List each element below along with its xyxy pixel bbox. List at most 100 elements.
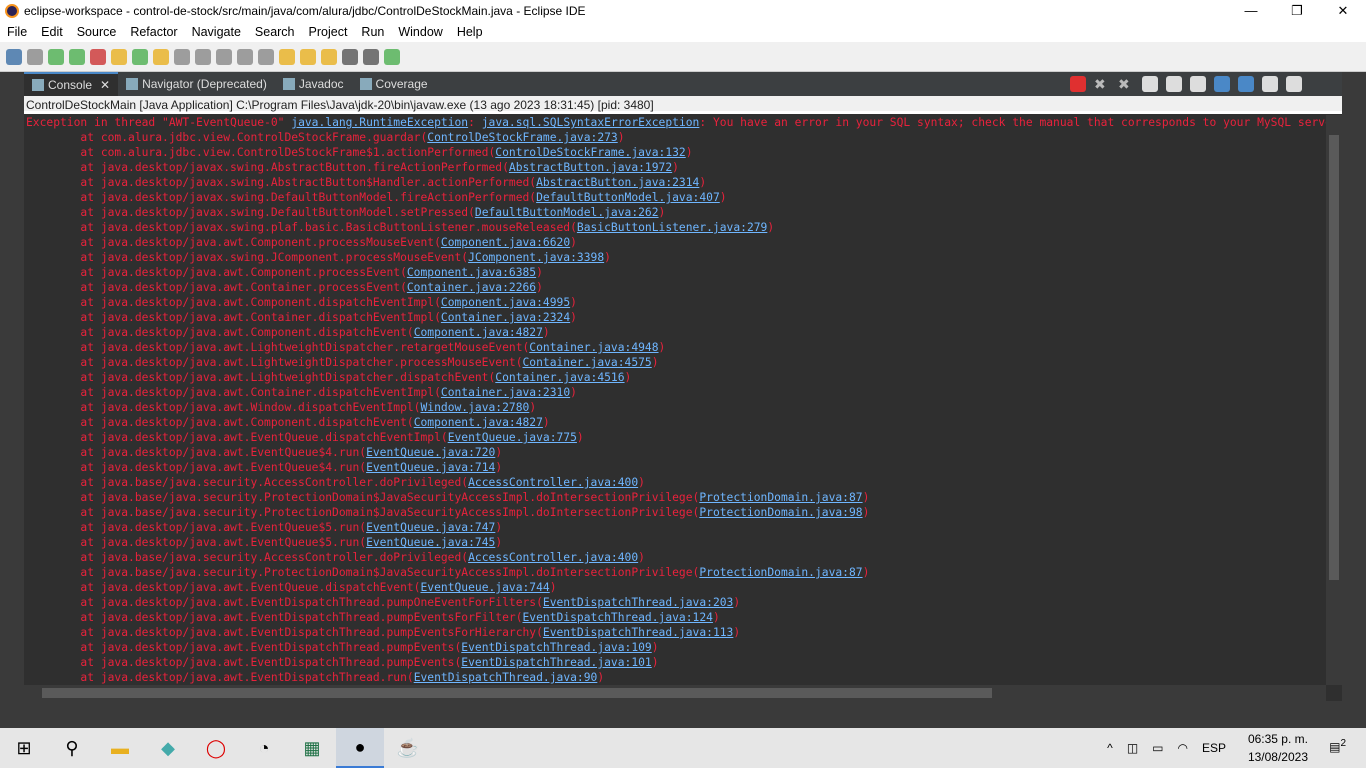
toolbar-button-icon[interactable]	[279, 48, 295, 65]
app-icon[interactable]: ◆	[144, 728, 192, 768]
menu-refactor[interactable]: Refactor	[123, 25, 184, 39]
open-console-icon[interactable]	[1286, 76, 1302, 92]
camera-icon[interactable]: ◫	[1127, 741, 1138, 755]
word-wrap-icon[interactable]	[1190, 76, 1206, 92]
minimize-button[interactable]: —	[1228, 0, 1274, 22]
frame-source-link[interactable]: Component.java:4827	[414, 326, 543, 339]
tab-javadoc[interactable]: Javadoc	[275, 72, 352, 96]
frame-source-link[interactable]: Component.java:4995	[441, 296, 570, 309]
chevron-up-icon[interactable]: ^	[1107, 741, 1113, 755]
close-button[interactable]: ✕	[1320, 0, 1366, 22]
toolbar-button-icon[interactable]	[216, 48, 232, 65]
frame-source-link[interactable]: EventQueue.java:745	[366, 536, 495, 549]
toolbar-button-icon[interactable]	[300, 48, 316, 65]
toolbar-button-icon[interactable]	[27, 48, 43, 65]
scroll-lock-icon[interactable]	[1166, 76, 1182, 92]
frame-source-link[interactable]: ProtectionDomain.java:87	[699, 491, 862, 504]
toolbar-button-icon[interactable]	[111, 48, 127, 65]
frame-source-link[interactable]: Container.java:2310	[441, 386, 570, 399]
close-icon[interactable]: ✕	[100, 78, 110, 92]
display-console-icon[interactable]	[1262, 76, 1278, 92]
frame-source-link[interactable]: EventDispatchThread.java:124	[523, 611, 713, 624]
toolbar-button-icon[interactable]	[321, 48, 337, 65]
maximize-button[interactable]: ❐	[1274, 0, 1320, 22]
frame-source-link[interactable]: Component.java:6385	[407, 266, 536, 279]
cause-class-link[interactable]: java.sql.SQLSyntaxErrorException	[482, 116, 700, 129]
exception-class-link[interactable]: java.lang.RuntimeException	[291, 116, 468, 129]
terminate-icon[interactable]	[1070, 76, 1086, 92]
menu-edit[interactable]: Edit	[34, 25, 70, 39]
battery-icon[interactable]: ▭	[1152, 741, 1163, 755]
frame-source-link[interactable]: ProtectionDomain.java:87	[699, 566, 862, 579]
frame-source-link[interactable]: Container.java:4948	[529, 341, 658, 354]
frame-source-link[interactable]: Container.java:2324	[441, 311, 570, 324]
frame-source-link[interactable]: Window.java:2780	[420, 401, 529, 414]
toolbar-button-icon[interactable]	[48, 48, 64, 65]
menu-project[interactable]: Project	[302, 25, 355, 39]
frame-source-link[interactable]: EventDispatchThread.java:101	[461, 656, 651, 669]
wifi-icon[interactable]: ◠	[1178, 741, 1188, 755]
frame-source-link[interactable]: EventQueue.java:744	[420, 581, 549, 594]
tab-navigator[interactable]: Navigator (Deprecated)	[118, 72, 275, 96]
frame-source-link[interactable]: Container.java:2266	[407, 281, 536, 294]
frame-source-link[interactable]: Container.java:4575	[523, 356, 652, 369]
file-explorer-icon[interactable]: ▬	[96, 728, 144, 768]
tab-console[interactable]: Console ✕	[24, 72, 119, 96]
frame-source-link[interactable]: Container.java:4516	[495, 371, 624, 384]
remove-all-icon[interactable]: ✖	[1118, 76, 1134, 92]
menu-window[interactable]: Window	[391, 25, 449, 39]
toolbar-button-icon[interactable]	[69, 48, 85, 65]
toolbar-button-icon[interactable]	[342, 48, 358, 65]
frame-source-link[interactable]: DefaultButtonModel.java:407	[536, 191, 720, 204]
frame-source-link[interactable]: EventQueue.java:775	[448, 431, 577, 444]
frame-source-link[interactable]: JComponent.java:3398	[468, 251, 604, 264]
frame-source-link[interactable]: EventDispatchThread.java:113	[543, 626, 733, 639]
frame-source-link[interactable]: EventDispatchThread.java:90	[414, 671, 598, 684]
toolbar-button-icon[interactable]	[90, 48, 106, 65]
search-icon[interactable]: ⚲	[48, 728, 96, 768]
frame-source-link[interactable]: EventQueue.java:714	[366, 461, 495, 474]
frame-source-link[interactable]: AbstractButton.java:1972	[509, 161, 672, 174]
frame-source-link[interactable]: Component.java:6620	[441, 236, 570, 249]
menu-help[interactable]: Help	[450, 25, 490, 39]
language-indicator[interactable]: ESP	[1202, 741, 1226, 755]
eclipse-taskbar-icon[interactable]: ●	[336, 728, 384, 768]
horizontal-scrollbar[interactable]	[24, 685, 1326, 701]
notifications-icon[interactable]: ▤2	[1329, 738, 1346, 754]
toolbar-button-icon[interactable]	[384, 48, 400, 65]
menu-search[interactable]: Search	[248, 25, 302, 39]
toolbar-button-icon[interactable]	[132, 48, 148, 65]
frame-source-link[interactable]: Component.java:4827	[414, 416, 543, 429]
frame-source-link[interactable]: ProtectionDomain.java:98	[699, 506, 862, 519]
excel-icon[interactable]: ▦	[288, 728, 336, 768]
menu-run[interactable]: Run	[354, 25, 391, 39]
console-output[interactable]: Exception in thread "AWT-EventQueue-0" j…	[24, 115, 1326, 685]
frame-source-link[interactable]: AbstractButton.java:2314	[536, 176, 699, 189]
menu-navigate[interactable]: Navigate	[185, 25, 248, 39]
toolbar-button-icon[interactable]	[6, 48, 22, 65]
clock-app-icon[interactable]: ◔	[240, 728, 288, 768]
java-icon[interactable]: ☕	[384, 728, 432, 768]
start-windows-icon[interactable]: ⊞	[0, 728, 48, 768]
frame-source-link[interactable]: ControlDeStockFrame.java:132	[495, 146, 685, 159]
toolbar-button-icon[interactable]	[153, 48, 169, 65]
show-on-output-icon[interactable]	[1214, 76, 1230, 92]
frame-source-link[interactable]: ControlDeStockFrame.java:273	[427, 131, 617, 144]
menu-source[interactable]: Source	[70, 25, 124, 39]
menu-file[interactable]: File	[0, 25, 34, 39]
frame-source-link[interactable]: AccessController.java:400	[468, 551, 638, 564]
toolbar-button-icon[interactable]	[363, 48, 379, 65]
remove-launch-icon[interactable]: ✖	[1094, 76, 1110, 92]
clear-console-icon[interactable]	[1142, 76, 1158, 92]
tab-coverage[interactable]: Coverage	[352, 72, 436, 96]
frame-source-link[interactable]: EventQueue.java:720	[366, 446, 495, 459]
toolbar-button-icon[interactable]	[195, 48, 211, 65]
frame-source-link[interactable]: AccessController.java:400	[468, 476, 638, 489]
frame-source-link[interactable]: EventDispatchThread.java:109	[461, 641, 651, 654]
frame-source-link[interactable]: EventQueue.java:747	[366, 521, 495, 534]
vertical-scrollbar[interactable]	[1326, 115, 1342, 685]
clock[interactable]: 06:35 p. m. 13/08/2023	[1248, 730, 1308, 766]
frame-source-link[interactable]: EventDispatchThread.java:203	[543, 596, 733, 609]
toolbar-button-icon[interactable]	[258, 48, 274, 65]
toolbar-button-icon[interactable]	[174, 48, 190, 65]
